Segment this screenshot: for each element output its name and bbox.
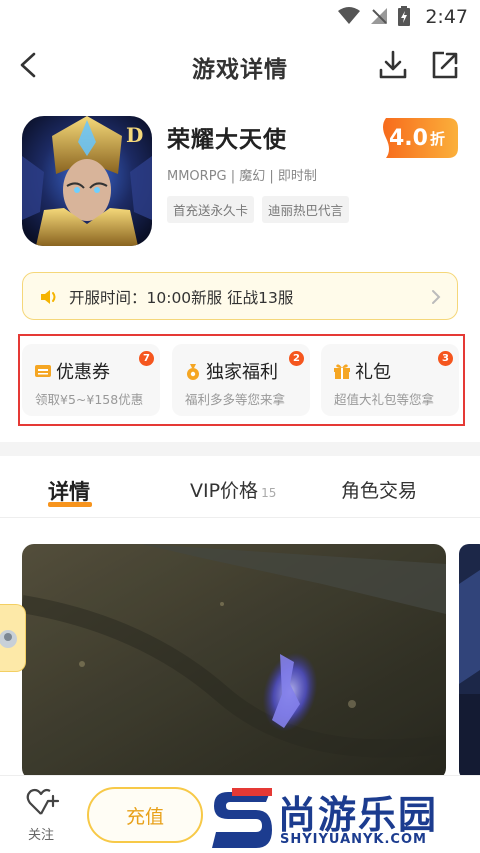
speaker-icon (41, 290, 56, 304)
nav-bar: 游戏详情 (0, 34, 480, 96)
discount-unit: 折 (429, 129, 445, 148)
game-tags: 首充送永久卡 迪丽热巴代言 (167, 196, 350, 223)
screenshot-main[interactable] (22, 544, 446, 780)
follow-label: 关注 (28, 828, 55, 843)
floating-helper-tab[interactable] (0, 604, 26, 672)
discount-badge: 4.0 折 (376, 118, 458, 158)
card-head: 礼包 (333, 358, 391, 384)
wifi-icon (338, 7, 360, 24)
tab-count: 15 (261, 486, 277, 500)
heart-plus-icon[interactable] (26, 788, 60, 818)
card-subtitle: 超值大礼包等您拿 (334, 392, 435, 407)
count-badge: 2 (289, 351, 304, 366)
card-title: 礼包 (355, 362, 391, 383)
battery-icon (398, 6, 410, 26)
tab-label: 角色交易 (341, 480, 418, 502)
card-subtitle: 福利多多等您来拿 (185, 392, 286, 407)
download-icon[interactable] (376, 48, 410, 82)
screenshot-next[interactable] (459, 544, 480, 780)
count-badge: 3 (438, 351, 453, 366)
status-bar: 2:47 (0, 0, 480, 34)
game-name: 荣耀大天使 (167, 127, 287, 153)
tab-vip-price[interactable]: VIP价格 15 (190, 476, 276, 503)
coupon-icon (35, 365, 51, 377)
discount-value: 4.0 (389, 125, 428, 151)
watermark-domain: SHYIYUANYK.COM (280, 832, 427, 847)
card-head: 独家福利 (184, 358, 278, 384)
bag-icon (187, 364, 199, 380)
section-divider (0, 442, 480, 456)
count-badge: 7 (139, 351, 154, 366)
share-icon[interactable] (428, 48, 462, 82)
tab-underline (48, 502, 92, 507)
status-time: 2:47 (425, 6, 468, 28)
status-icons (338, 6, 410, 26)
recharge-button[interactable]: 充值 (87, 787, 203, 843)
gift-icon (334, 364, 350, 379)
card-exclusive-benefits[interactable]: 独家福利 福利多多等您来拿 2 (172, 344, 310, 416)
notice-text: 开服时间：10:00新服 征战13服 (69, 289, 294, 307)
card-head: 优惠券 (34, 358, 110, 384)
game-icon[interactable]: D (22, 116, 152, 246)
tag: 首充送永久卡 (167, 196, 255, 223)
chevron-right-icon (432, 290, 441, 304)
signal-icon (371, 8, 387, 24)
card-subtitle: 领取¥5~¥158优惠 (35, 392, 144, 407)
tab-label: VIP价格 (190, 480, 259, 502)
card-title: 独家福利 (206, 362, 278, 383)
game-meta: MMORPG | 魔幻 | 即时制 (167, 169, 317, 184)
discount-text: 4.0 折 (376, 118, 458, 158)
tab-role-trade[interactable]: 角色交易 (341, 476, 417, 503)
watermark-brand: 尚游乐园 (278, 793, 439, 837)
card-gift-pack[interactable]: 礼包 超值大礼包等您拿 3 (321, 344, 459, 416)
card-title: 优惠券 (56, 362, 110, 383)
watermark-logo: 尚游乐园 SHYIYUANYK.COM (212, 784, 480, 853)
tab-label: 详情 (48, 480, 90, 504)
card-coupon[interactable]: 优惠券 领取¥5~¥158优惠 7 (22, 344, 160, 416)
server-notice[interactable]: 开服时间：10:00新服 征战13服 (22, 272, 458, 320)
tag: 迪丽热巴代言 (262, 196, 350, 223)
svg-text:D: D (126, 123, 143, 147)
tab-bar: 详情 VIP价格 15 角色交易 (0, 456, 480, 518)
